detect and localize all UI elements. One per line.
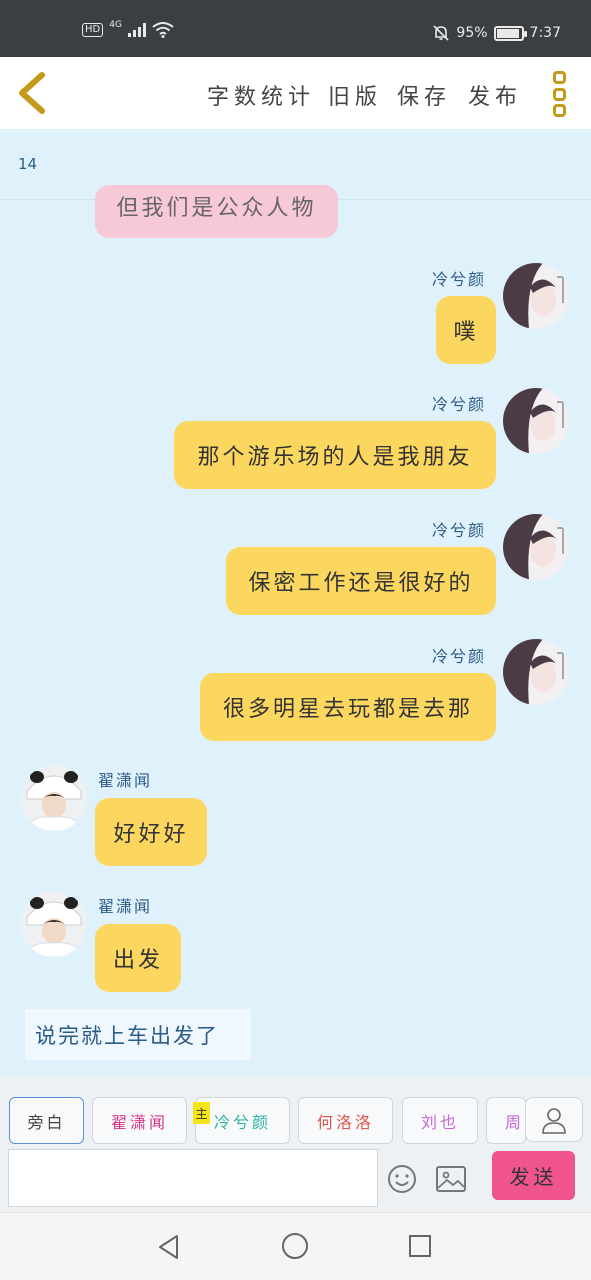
person-icon <box>542 1107 566 1134</box>
word-count-button[interactable]: 字数统计 <box>207 79 315 111</box>
message-bubble[interactable]: 好好好 <box>95 798 207 866</box>
message-text: 好好好 <box>113 822 189 847</box>
page-number: 14 <box>18 155 38 173</box>
smiley-icon <box>388 1165 416 1193</box>
mute-bell-icon <box>433 25 449 41</box>
chat-area[interactable]: 14 但我们是公众人物 冷兮颜 噗 冷兮颜 那个游乐场的人是我朋友 冷兮颜 保密… <box>0 129 591 1077</box>
message-bubble[interactable]: 那个游乐场的人是我朋友 <box>174 421 496 489</box>
character-chip-heluoluo[interactable]: 何洛洛 <box>298 1097 393 1144</box>
message-text: 出发 <box>112 948 163 973</box>
avatar-lengxiyan[interactable] <box>503 263 569 329</box>
chip-label: 刘也 <box>420 1112 459 1132</box>
wifi-icon <box>152 22 174 38</box>
status-bar: HD 4G 95% 7:37 <box>0 0 591 57</box>
chip-label: 翟潇闻 <box>110 1112 168 1132</box>
narration-block[interactable]: 说完就上车出发了 <box>25 1009 251 1060</box>
message-input[interactable] <box>8 1149 378 1207</box>
sender-name: 冷兮颜 <box>432 647 487 666</box>
back-button[interactable] <box>12 69 56 117</box>
avatar-lengxiyan[interactable] <box>503 639 569 705</box>
message-bubble[interactable]: 保密工作还是很好的 <box>226 547 496 615</box>
main-character-badge: 主 <box>193 1102 210 1124</box>
sender-name: 冷兮颜 <box>432 521 487 540</box>
chip-label: 周 <box>505 1112 525 1132</box>
nav-recents-icon[interactable] <box>409 1235 431 1257</box>
chevron-left-icon <box>19 72 45 114</box>
character-chip-zhou[interactable]: 周 <box>486 1097 526 1144</box>
emoji-button[interactable] <box>386 1163 418 1195</box>
avatar-lengxiyan[interactable] <box>503 514 569 580</box>
chip-label: 何洛洛 <box>316 1112 374 1132</box>
chip-label: 旁白 <box>27 1112 66 1132</box>
sender-name: 翟潇闻 <box>98 897 153 916</box>
nav-back-icon[interactable] <box>157 1234 181 1260</box>
send-label: 发送 <box>509 1165 558 1189</box>
message-bubble-partial[interactable]: 但我们是公众人物 <box>95 185 338 238</box>
character-chip-narration[interactable]: 旁白 <box>9 1097 84 1144</box>
avatar-zhaixiaowen[interactable] <box>21 765 87 831</box>
character-chip-liuye[interactable]: 刘也 <box>402 1097 478 1144</box>
battery-level <box>496 28 520 38</box>
send-button[interactable]: 发送 <box>492 1151 575 1200</box>
signal-icon <box>127 23 146 37</box>
sender-name: 冷兮颜 <box>432 395 487 414</box>
composer: 旁白 翟潇闻 冷兮颜 何洛洛 刘也 周 主 发送 <box>0 1077 591 1212</box>
clock: 7:37 <box>529 25 561 41</box>
hd-indicator: HD <box>82 23 104 37</box>
character-chip-zhaixiaowen[interactable]: 翟潇闻 <box>92 1097 187 1144</box>
manage-characters-button[interactable] <box>525 1097 583 1142</box>
chip-label: 冷兮颜 <box>213 1112 271 1132</box>
network-type: 4G <box>109 20 122 30</box>
message-text: 那个游乐场的人是我朋友 <box>197 445 473 470</box>
message-text: 但我们是公众人物 <box>116 196 317 221</box>
battery-percent: 95% <box>456 25 488 41</box>
avatar-zhaixiaowen[interactable] <box>21 891 87 957</box>
message-bubble[interactable]: 很多明星去玩都是去那 <box>200 673 496 741</box>
insert-image-button[interactable] <box>435 1164 467 1194</box>
more-menu-button[interactable] <box>546 69 572 119</box>
message-bubble[interactable]: 出发 <box>95 924 181 992</box>
editor-header: 字数统计 旧版 保存 发布 <box>0 57 591 129</box>
message-text: 保密工作还是很好的 <box>248 571 474 596</box>
message-bubble[interactable]: 噗 <box>436 296 496 364</box>
sender-name: 冷兮颜 <box>432 270 487 289</box>
sender-name: 翟潇闻 <box>98 771 153 790</box>
old-version-button[interactable]: 旧版 <box>328 79 382 111</box>
narration-text: 说完就上车出发了 <box>35 1023 219 1048</box>
message-text: 噗 <box>453 320 479 345</box>
avatar-lengxiyan[interactable] <box>503 388 569 454</box>
image-icon <box>436 1166 466 1192</box>
message-text: 很多明星去玩都是去那 <box>222 697 473 722</box>
character-selector: 旁白 翟潇闻 冷兮颜 何洛洛 刘也 周 <box>0 1097 591 1145</box>
battery-icon <box>493 25 527 41</box>
system-nav-bar <box>0 1212 591 1280</box>
save-button[interactable]: 保存 <box>397 79 451 111</box>
nav-home-icon[interactable] <box>282 1233 308 1259</box>
publish-button[interactable]: 发布 <box>468 79 522 111</box>
